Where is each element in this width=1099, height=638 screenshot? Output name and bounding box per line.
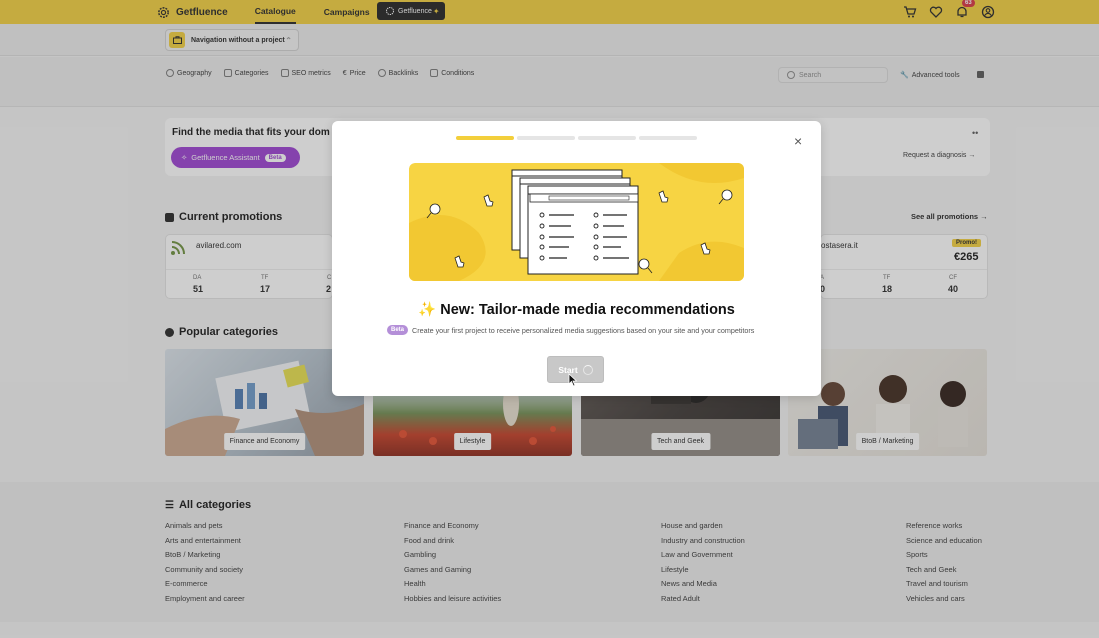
recommendations-illustration [409,163,744,281]
step-indicator [456,136,514,140]
step-indicator [517,136,575,140]
sparkles-icon: ✨ [418,302,437,318]
step-indicator [578,136,636,140]
mouse-cursor-icon [568,373,578,387]
modal-description: Beta Create your first project to receiv… [387,325,754,335]
modal-title: ✨ New: Tailor-made media recommendations [332,301,821,318]
step-indicator [639,136,697,140]
recommendations-modal: × ✨ New: Tailor-made media recommendatio… [332,121,821,396]
beta-badge: Beta [387,325,409,335]
modal-description-text: Create your first project to receive per… [412,325,755,335]
close-icon[interactable]: × [794,133,802,149]
step-progress [456,136,700,140]
modal-title-text: New: Tailor-made media recommendations [440,302,735,318]
spinner-icon [582,364,593,375]
